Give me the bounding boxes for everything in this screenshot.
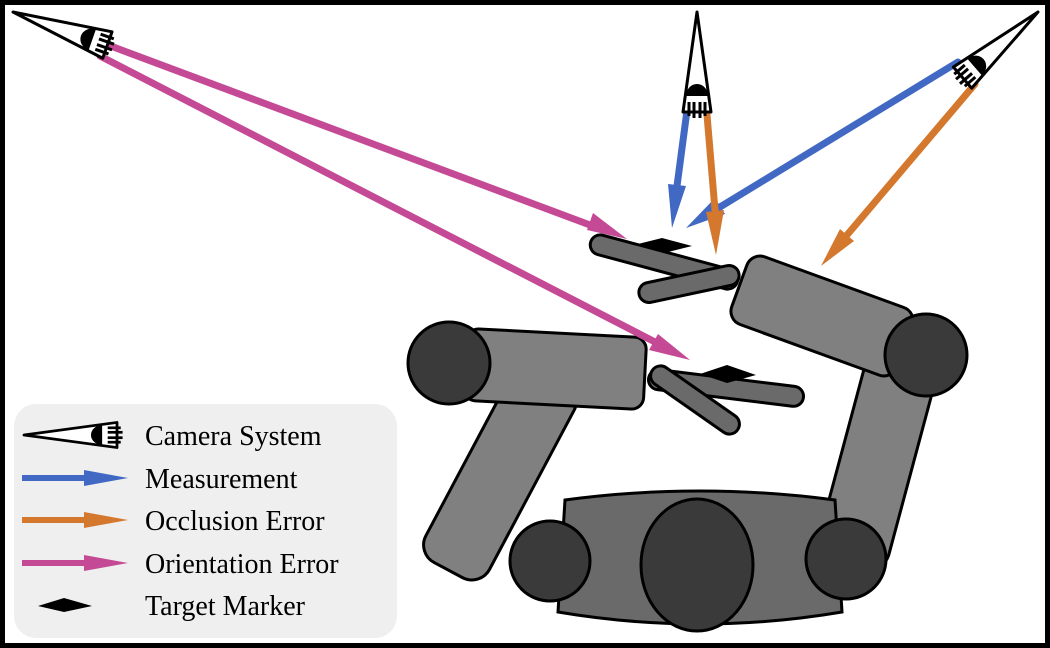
base-center-disk [639, 497, 755, 633]
legend-label-occlusion-error: Occlusion Error [145, 506, 325, 537]
legend-label-orientation-error: Orientation Error [145, 549, 339, 580]
left-shoulder-joint [406, 320, 492, 406]
legend-label-camera-system: Camera System [145, 421, 322, 452]
legend: Camera System Measurement Occlusion Erro… [14, 404, 397, 638]
robot-camera-diagram: Camera System Measurement Occlusion Erro… [0, 0, 1050, 648]
left-base-joint [508, 519, 592, 603]
right-shoulder-joint [883, 312, 969, 398]
legend-label-measurement: Measurement [145, 464, 298, 495]
right-base-joint [804, 517, 888, 601]
legend-label-target-marker: Target Marker [145, 591, 306, 622]
diagram-canvas: Camera System Measurement Occlusion Erro… [0, 0, 1050, 648]
